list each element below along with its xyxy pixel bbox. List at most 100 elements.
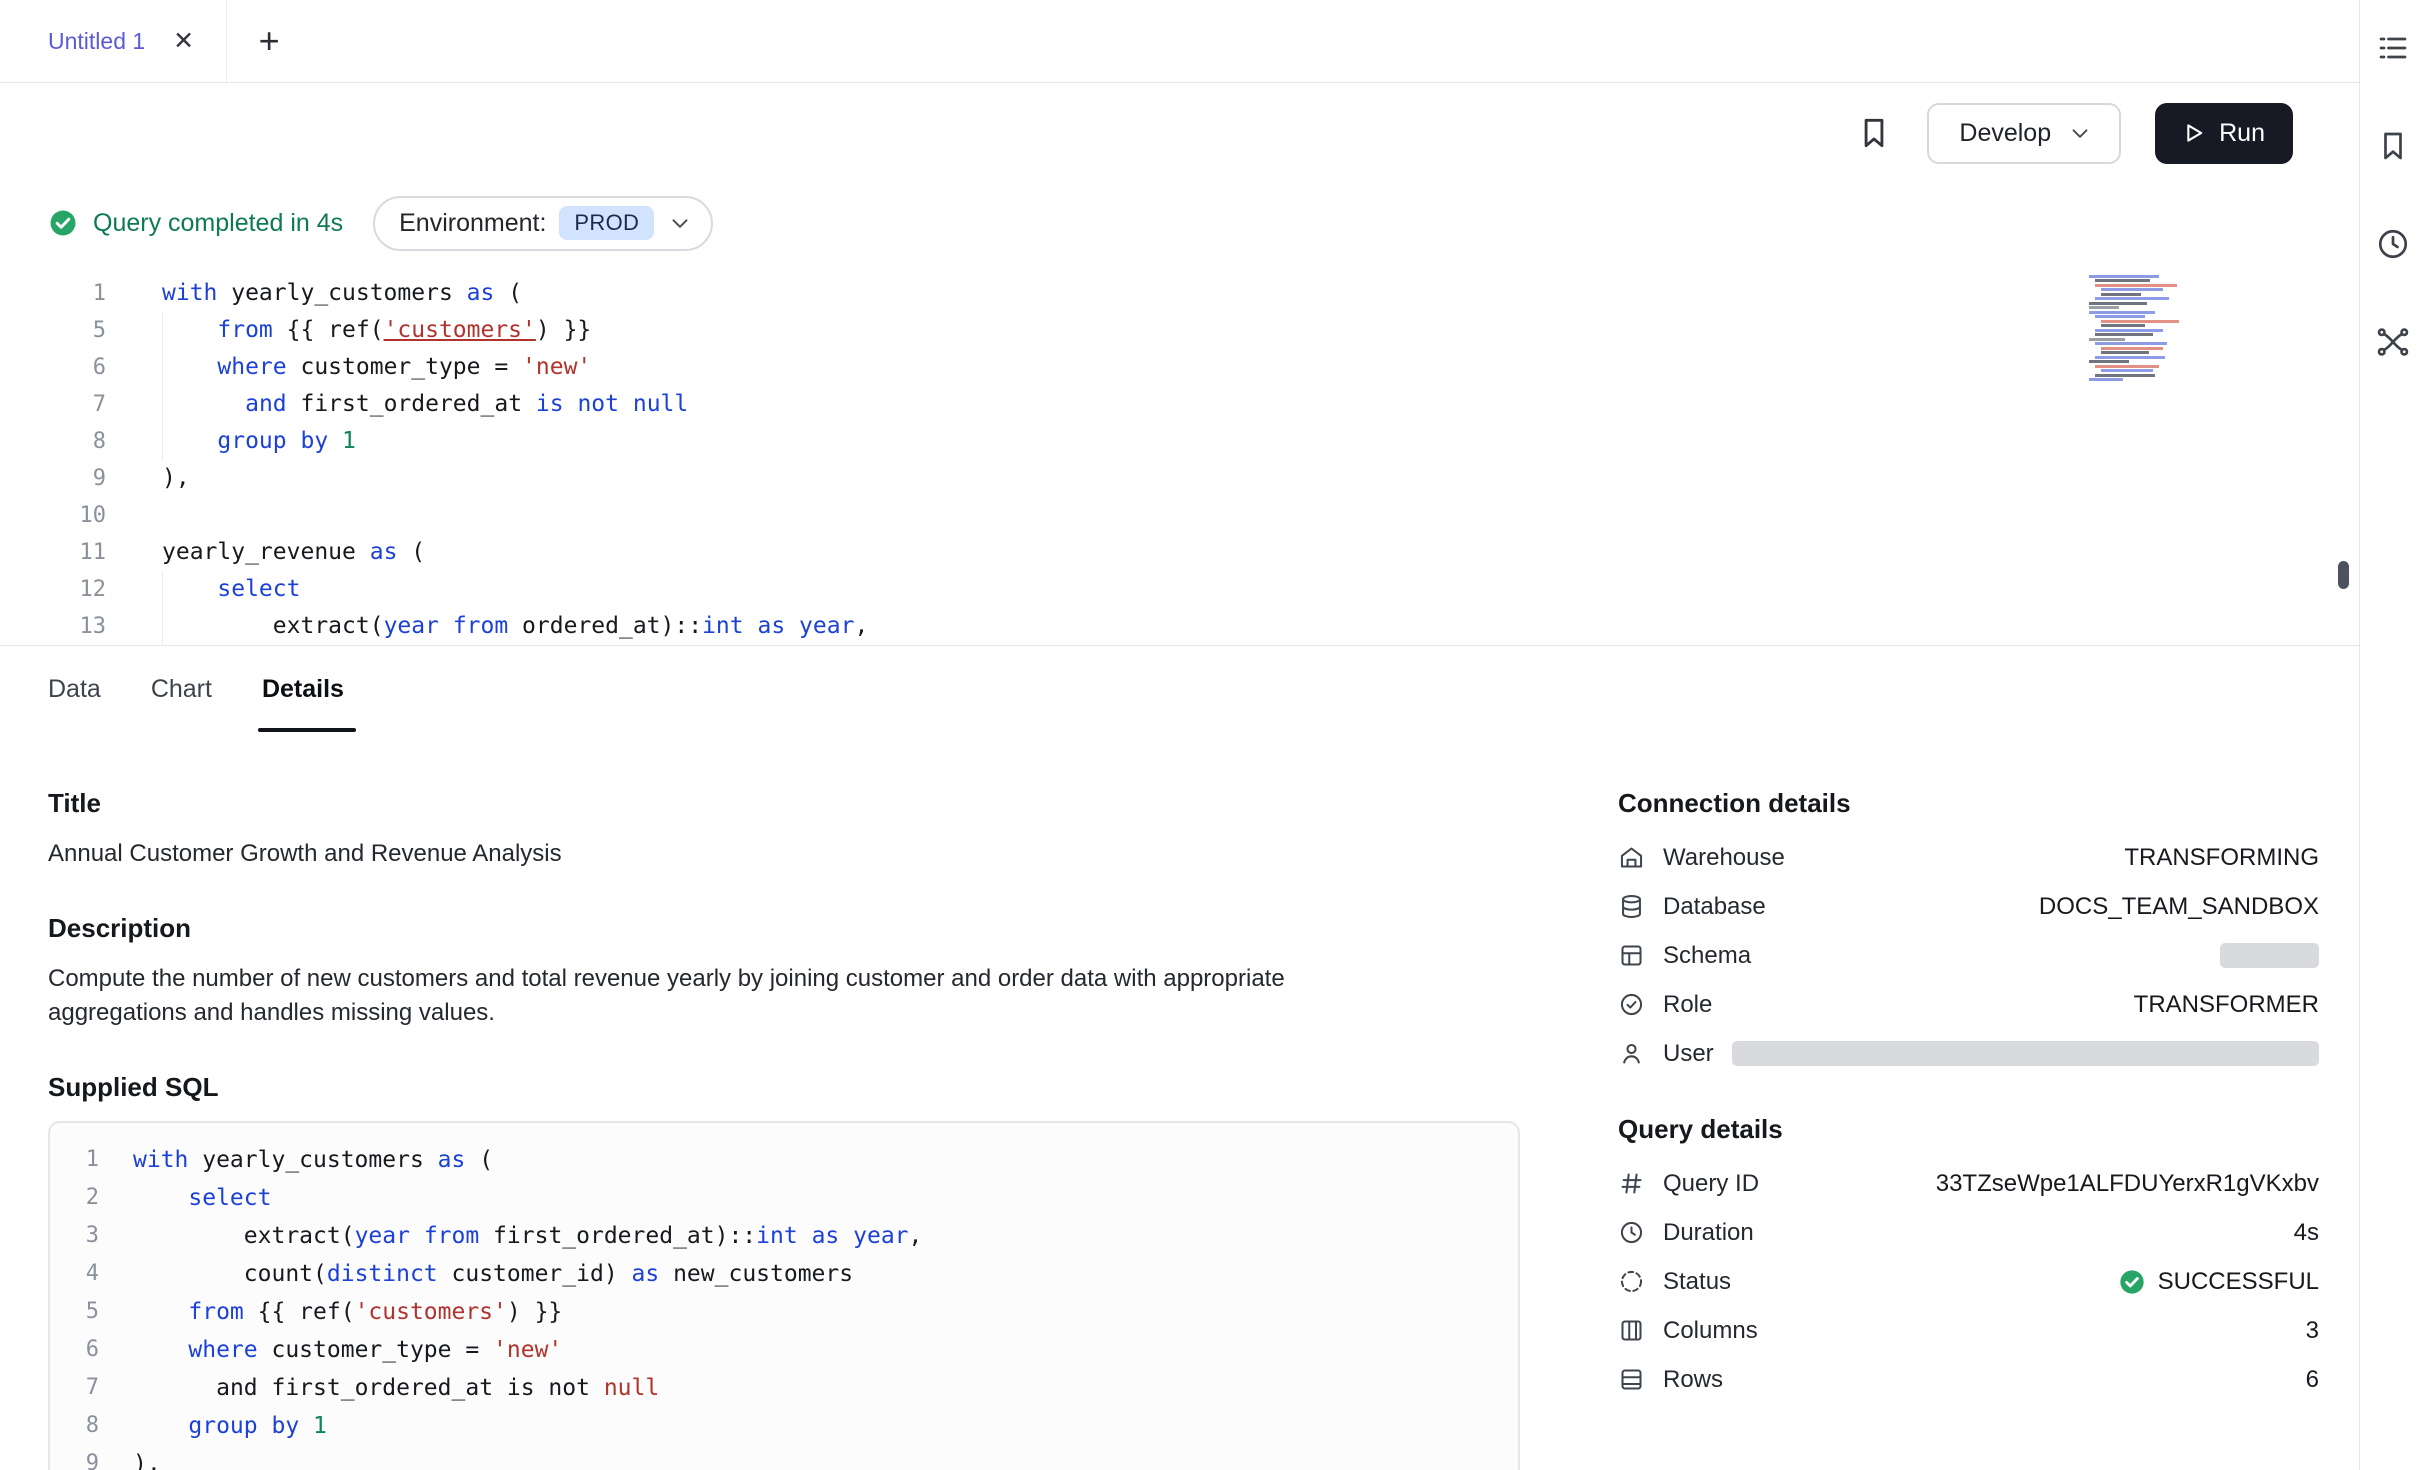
bookmark-icon[interactable]	[1855, 114, 1893, 152]
main-area: Untitled 1 ✕ + Develop Run Query complet…	[0, 0, 2359, 1470]
code-text: where customer_type = 'new'	[133, 1331, 562, 1369]
detail-value: DOCS_TEAM_SANDBOX	[2039, 893, 2319, 921]
develop-label: Develop	[1959, 119, 2051, 148]
code-line: 1with yearly_customers as (	[0, 275, 2359, 312]
chevron-down-icon	[667, 210, 693, 236]
detail-label: Schema	[1663, 942, 1751, 970]
minimap[interactable]	[2089, 273, 2209, 381]
history-button[interactable]	[2373, 224, 2413, 264]
line-number: 5	[50, 1293, 99, 1331]
warehouse-icon	[1618, 844, 1645, 871]
redacted-value	[1732, 1041, 2319, 1066]
status-row: Query completed in 4s Environment: PROD	[0, 183, 2359, 263]
results-tabs: Data Chart Details	[0, 646, 2359, 732]
detail-row: User	[1618, 1029, 2319, 1078]
connection-details-heading: Connection details	[1618, 788, 2319, 819]
query-status-text: Query completed in 4s	[93, 209, 343, 238]
panel-list-button[interactable]	[2373, 28, 2413, 68]
code-text: yearly_revenue as (	[162, 534, 425, 571]
code-line: 7 and first_ordered_at is not null	[0, 386, 2359, 423]
line-number: 6	[0, 349, 106, 386]
new-tab-button[interactable]: +	[227, 0, 311, 82]
line-number: 8	[0, 423, 106, 460]
code-text: from {{ ref('customers') }}	[162, 312, 591, 349]
detail-row: Query ID33TZseWpe1ALFDUYerxR1gVKxbv	[1618, 1159, 2319, 1208]
tab-chart[interactable]: Chart	[151, 646, 212, 732]
code-text: and first_ordered_at is not null	[162, 386, 688, 423]
detail-row: Schema	[1618, 931, 2319, 980]
bookmark-button[interactable]	[2373, 126, 2413, 166]
code-text: select	[162, 571, 300, 608]
detail-label: Query ID	[1663, 1170, 1759, 1198]
code-text: select	[133, 1179, 271, 1217]
hash-icon	[1618, 1170, 1645, 1197]
code-line: 9),	[50, 1445, 1518, 1470]
run-label: Run	[2219, 119, 2265, 148]
code-line: 2 select	[50, 1179, 1518, 1217]
code-text: from {{ ref('customers') }}	[133, 1293, 562, 1331]
detail-value: SUCCESSFUL	[2118, 1268, 2319, 1296]
description-heading: Description	[48, 913, 1520, 944]
connection-details-rows: Warehouse TRANSFORMING Database DOCS_TEAM_S…	[1618, 833, 2319, 1078]
close-icon[interactable]: ✕	[173, 29, 194, 54]
detail-label: Duration	[1663, 1219, 1754, 1247]
history-icon	[2375, 226, 2411, 262]
chevron-down-icon	[2067, 120, 2093, 146]
columns-icon	[1618, 1317, 1645, 1344]
code-line: 4 count(distinct customer_id) as new_cus…	[50, 1255, 1518, 1293]
code-line: 5 from {{ ref('customers') }}	[50, 1293, 1518, 1331]
detail-row: Database DOCS_TEAM_SANDBOX	[1618, 882, 2319, 931]
environment-badge: PROD	[559, 206, 654, 240]
line-number: 9	[50, 1445, 99, 1470]
environment-selector[interactable]: Environment: PROD	[373, 196, 713, 251]
run-button[interactable]: Run	[2155, 103, 2293, 164]
right-rail	[2359, 0, 2426, 1470]
play-icon	[2179, 119, 2207, 147]
user-icon	[1618, 1040, 1645, 1067]
detail-row: Warehouse TRANSFORMING	[1618, 833, 2319, 882]
detail-value: TRANSFORMING	[2124, 844, 2319, 872]
supplied-sql-block: 1with yearly_customers as (2 select3 ext…	[48, 1121, 1520, 1470]
detail-label: Rows	[1663, 1366, 1723, 1394]
details-panel: Title Annual Customer Growth and Revenue…	[0, 732, 2359, 1470]
code-line: 3 extract(year from first_ordered_at)::i…	[50, 1217, 1518, 1255]
detail-row: Rows6	[1618, 1355, 2319, 1404]
detail-label: Database	[1663, 893, 1766, 921]
query-details-rows: Query ID33TZseWpe1ALFDUYerxR1gVKxbv Durat…	[1618, 1159, 2319, 1404]
supplied-sql-heading: Supplied SQL	[48, 1072, 1520, 1103]
code-line: 10	[0, 497, 2359, 534]
editor-lines: 1with yearly_customers as (5 from {{ ref…	[0, 275, 2359, 645]
detail-label: Columns	[1663, 1317, 1758, 1345]
line-number: 7	[50, 1369, 99, 1407]
develop-dropdown[interactable]: Develop	[1927, 103, 2121, 164]
results-panel: Data Chart Details Title Annual Customer G…	[0, 645, 2359, 1470]
line-number: 3	[50, 1217, 99, 1255]
bookmark-icon	[2375, 128, 2411, 164]
title-heading: Title	[48, 788, 1520, 819]
tab-details[interactable]: Details	[262, 646, 344, 732]
title-value: Annual Customer Growth and Revenue Analy…	[48, 837, 1520, 871]
code-text: group by 1	[162, 423, 356, 460]
sql-editor[interactable]: 1with yearly_customers as (5 from {{ ref…	[0, 263, 2359, 645]
code-line: 11yearly_revenue as (	[0, 534, 2359, 571]
duration-icon	[1618, 1219, 1645, 1246]
code-text: ),	[133, 1445, 161, 1470]
code-line: 8 group by 1	[0, 423, 2359, 460]
rows-icon	[1618, 1366, 1645, 1393]
line-number: 1	[50, 1141, 99, 1179]
tab-data[interactable]: Data	[48, 646, 101, 732]
line-number: 4	[50, 1255, 99, 1293]
tab-untitled-1[interactable]: Untitled 1 ✕	[0, 0, 227, 82]
line-number: 13	[0, 608, 106, 645]
detail-value: 3	[2306, 1317, 2319, 1345]
redacted-value	[2220, 943, 2319, 968]
code-text: ),	[162, 460, 190, 497]
code-line: 6 where customer_type = 'new'	[50, 1331, 1518, 1369]
code-line: 5 from {{ ref('customers') }}	[0, 312, 2359, 349]
code-text: count(distinct customer_id) as new_custo…	[133, 1255, 853, 1293]
detail-label: Warehouse	[1663, 844, 1785, 872]
editor-scrollbar[interactable]	[2338, 561, 2349, 589]
line-number: 2	[50, 1179, 99, 1217]
query-details-heading: Query details	[1618, 1114, 2319, 1145]
lineage-button[interactable]	[2373, 322, 2413, 362]
